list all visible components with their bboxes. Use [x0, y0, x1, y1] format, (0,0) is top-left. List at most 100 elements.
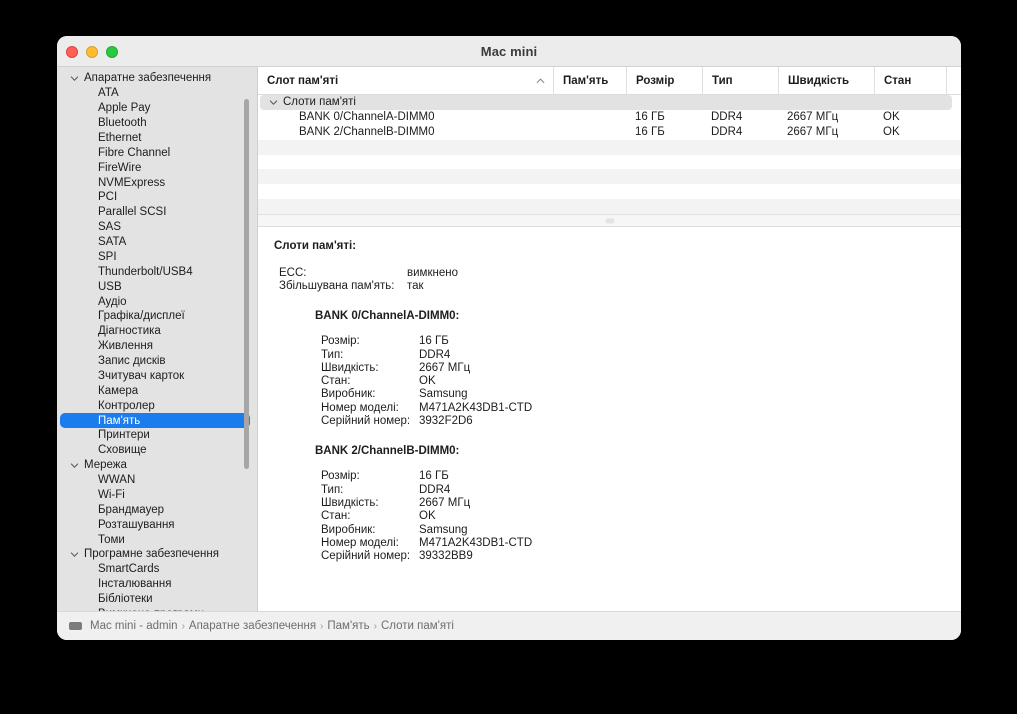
detail-field-value: 2667 МГц: [419, 361, 471, 374]
sidebar-item-інсталювання[interactable]: Інсталювання: [57, 577, 258, 592]
sidebar-item-брандмауер[interactable]: Брандмауер: [57, 502, 258, 517]
breadcrumb-item-слоти-памяті[interactable]: Слоти пам'яті: [381, 620, 454, 632]
sidebar-item-мережа[interactable]: Мережа: [57, 458, 258, 473]
sidebar-item-label: Аудіо: [98, 295, 127, 308]
sidebar-item-label: Брандмауер: [98, 503, 164, 516]
column-header-spacer[interactable]: [946, 66, 961, 95]
column-header-стан[interactable]: Стан: [874, 66, 946, 95]
sidebar-item-label: Сховище: [98, 444, 147, 457]
sidebar-item-label: USB: [98, 280, 122, 293]
sidebar-item-ata[interactable]: ATA: [57, 86, 258, 101]
detail-field-label: Виробник:: [321, 388, 376, 401]
chevron-down-icon[interactable]: [70, 550, 81, 559]
sidebar-item-запис-дисків[interactable]: Запис дисків: [57, 354, 258, 369]
sidebar-item-bluetooth[interactable]: Bluetooth: [57, 116, 258, 131]
breadcrumb-item-апаратне-забезпечення[interactable]: Апаратне забезпечення: [189, 620, 316, 632]
table-row[interactable]: BANK 2/ChannelB-DIMM0 16 ГБ DDR4 2667 МГц OK: [258, 125, 961, 140]
column-header-тип[interactable]: Тип: [702, 66, 778, 95]
table-group-row[interactable]: Слоти пам'яті: [260, 95, 952, 110]
detail-field: Серійний номер: 39332BB9: [258, 549, 961, 562]
sidebar-item-камера[interactable]: Камера: [57, 383, 258, 398]
sidebar[interactable]: Апаратне забезпечення ATA Apple Pay Bluetoo…: [57, 67, 258, 611]
window-title: Mac mini: [480, 43, 538, 59]
sort-ascending-icon: [536, 77, 545, 84]
sidebar-item-зчитувач-карток[interactable]: Зчитувач карток: [57, 369, 258, 384]
sidebar-item-thunderbolt-usb4[interactable]: Thunderbolt/USB4: [57, 264, 258, 279]
cell-type: DDR4: [711, 111, 743, 124]
sidebar-item-apple-pay[interactable]: Apple Pay: [57, 101, 258, 116]
splitter-grip[interactable]: [605, 218, 614, 223]
detail-title: Слоти пам'яті:: [274, 240, 357, 252]
table-empty-row: [258, 199, 961, 214]
sidebar-item-аудіо[interactable]: Аудіо: [57, 294, 258, 309]
sidebar-item-ethernet[interactable]: Ethernet: [57, 131, 258, 146]
sidebar-item-програмне-забезпечення[interactable]: Програмне забезпечення: [57, 547, 258, 562]
pane-splitter[interactable]: [258, 214, 961, 227]
detail-bank-sections: BANK 0/ChannelA-DIMM0: Розмір: 16 ГБ Тип: DD…: [258, 310, 961, 563]
table-row[interactable]: BANK 0/ChannelA-DIMM0 16 ГБ DDR4 2667 МГц OK: [258, 110, 961, 125]
sidebar-item-smartcards[interactable]: SmartCards: [57, 562, 258, 577]
chevron-down-icon[interactable]: [269, 98, 280, 107]
sidebar-item-вимкнене-програмн[interactable]: Вимкнене програмн…: [57, 607, 258, 611]
sidebar-item-fibre-channel[interactable]: Fibre Channel: [57, 145, 258, 160]
breadcrumb-item-память[interactable]: Пам'ять: [327, 620, 369, 632]
detail-field: Стан: OK: [258, 510, 961, 523]
sidebar-item-живлення[interactable]: Живлення: [57, 339, 258, 354]
sidebar-item-діагностика[interactable]: Діагностика: [57, 324, 258, 339]
chevron-down-icon[interactable]: [70, 74, 81, 83]
sidebar-item-розташування[interactable]: Розташування: [57, 517, 258, 532]
sidebar-item-label: Вимкнене програмн…: [98, 608, 215, 611]
column-header-label: Стан: [884, 74, 912, 87]
sidebar-item-label: Wi-Fi: [98, 488, 125, 501]
column-header-швидкість[interactable]: Швидкість: [778, 66, 874, 95]
sidebar-item-usb[interactable]: USB: [57, 279, 258, 294]
column-header-розмір[interactable]: Розмір: [626, 66, 702, 95]
sidebar-item-label: Інсталювання: [98, 578, 172, 591]
sidebar-list: Апаратне забезпечення ATA Apple Pay Bluetoo…: [57, 71, 258, 611]
detail-field-label: Номер моделі:: [321, 401, 399, 414]
minimize-button[interactable]: [86, 45, 98, 58]
sidebar-item-память[interactable]: Пам'ять: [60, 413, 250, 428]
sidebar-item-томи[interactable]: Томи: [57, 532, 258, 547]
sidebar-item-сховище[interactable]: Сховище: [57, 443, 258, 458]
column-header-слот-памяті[interactable]: Слот пам'яті: [258, 67, 553, 95]
sidebar-item-spi[interactable]: SPI: [57, 250, 258, 265]
detail-field-label: Швидкість:: [321, 496, 379, 509]
detail-field-value: так: [407, 279, 424, 292]
sidebar-item-pci[interactable]: PCI: [57, 190, 258, 205]
sidebar-item-label: PCI: [98, 191, 118, 204]
mac-mini-icon: [69, 622, 82, 630]
detail-field: Номер моделі: M471A2K43DB1-CTD: [258, 401, 961, 414]
zoom-button[interactable]: [106, 45, 118, 58]
sidebar-item-firewire[interactable]: FireWire: [57, 160, 258, 175]
detail-field-value: Samsung: [419, 388, 468, 401]
chevron-down-icon[interactable]: [70, 461, 81, 470]
column-header-память[interactable]: Пам'ять: [553, 66, 626, 95]
sidebar-item-wwan[interactable]: WWAN: [57, 473, 258, 488]
close-button[interactable]: [66, 45, 78, 58]
sidebar-item-nvmexpress[interactable]: NVMExpress: [57, 175, 258, 190]
sidebar-item-апаратне-забезпечення[interactable]: Апаратне забезпечення: [57, 71, 258, 86]
sidebar-item-label: NVMExpress: [98, 176, 166, 189]
sidebar-item-label: Apple Pay: [98, 102, 151, 115]
sidebar-item-графіка-дисплеї[interactable]: Графіка/дисплеї: [57, 309, 258, 324]
sidebar-item-принтери[interactable]: Принтери: [57, 428, 258, 443]
sidebar-item-label: Томи: [98, 533, 125, 546]
table-body[interactable]: Слоти пам'яті BANK 0/ChannelA-DIMM0 16 ГБ D…: [258, 95, 961, 214]
sidebar-item-label: Бібліотеки: [98, 593, 153, 606]
sidebar-scrollbar[interactable]: [244, 99, 249, 469]
detail-field: ECC: вимкнено: [258, 266, 961, 279]
sidebar-item-контролер[interactable]: Контролер: [57, 398, 258, 413]
sidebar-item-sas[interactable]: SAS: [57, 220, 258, 235]
detail-field-label: Швидкість:: [321, 361, 379, 374]
window-controls: [66, 36, 118, 67]
sidebar-item-wi-fi[interactable]: Wi-Fi: [57, 488, 258, 503]
detail-field: Швидкість: 2667 МГц: [258, 361, 961, 374]
sidebar-item-бібліотеки[interactable]: Бібліотеки: [57, 592, 258, 607]
detail-top-fields: ECC: вимкнено Збільшувана пам'ять: так: [258, 266, 961, 293]
sidebar-item-sata[interactable]: SATA: [57, 235, 258, 250]
cell-size: 16 ГБ: [635, 126, 665, 139]
system-information-window: Mac mini Апаратне забезпечення ATA Apple P…: [57, 36, 961, 640]
breadcrumb-item-mac-mini-admin[interactable]: Mac mini - admin: [90, 620, 178, 632]
sidebar-item-parallel-scsi[interactable]: Parallel SCSI: [57, 205, 258, 220]
